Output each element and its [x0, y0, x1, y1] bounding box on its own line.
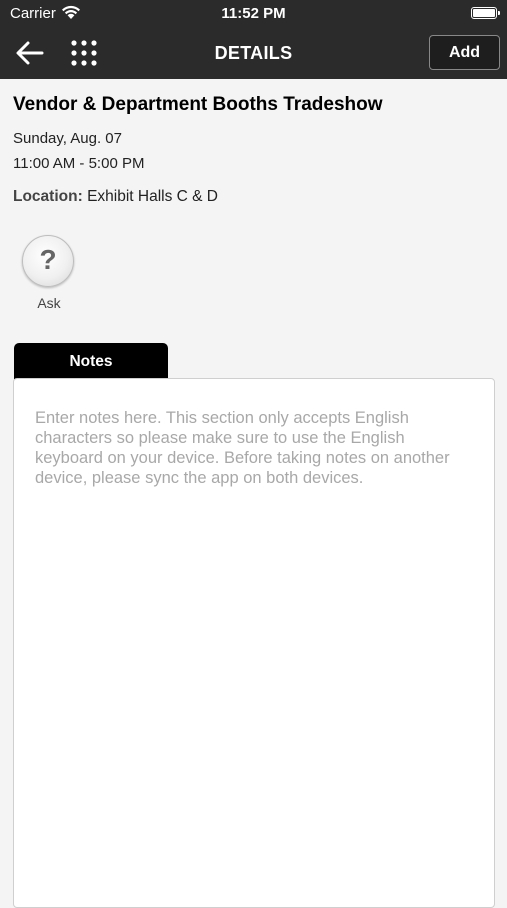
- ask-circle: ?: [22, 235, 74, 287]
- location-label: Location:: [13, 188, 83, 205]
- status-bar: Carrier 11:52 PM: [0, 0, 507, 28]
- ask-label: Ask: [37, 295, 61, 311]
- add-button[interactable]: Add: [429, 35, 500, 70]
- event-time: 11:00 AM - 5:00 PM: [13, 155, 145, 172]
- tab-notes[interactable]: Notes: [14, 343, 168, 379]
- event-title: Vendor & Department Booths Tradeshow: [13, 94, 383, 115]
- ask-button[interactable]: ? Ask: [20, 234, 78, 314]
- status-time: 11:52 PM: [221, 5, 286, 22]
- battery-full-icon: [471, 7, 500, 19]
- navigation-bar: DETAILS Add: [0, 28, 507, 79]
- notes-input[interactable]: [13, 378, 495, 908]
- question-mark-icon: ?: [39, 244, 57, 275]
- event-date: Sunday, Aug. 07: [13, 130, 122, 147]
- location-value: Exhibit Halls C & D: [87, 188, 218, 205]
- event-location: Location: Exhibit Halls C & D: [13, 188, 218, 206]
